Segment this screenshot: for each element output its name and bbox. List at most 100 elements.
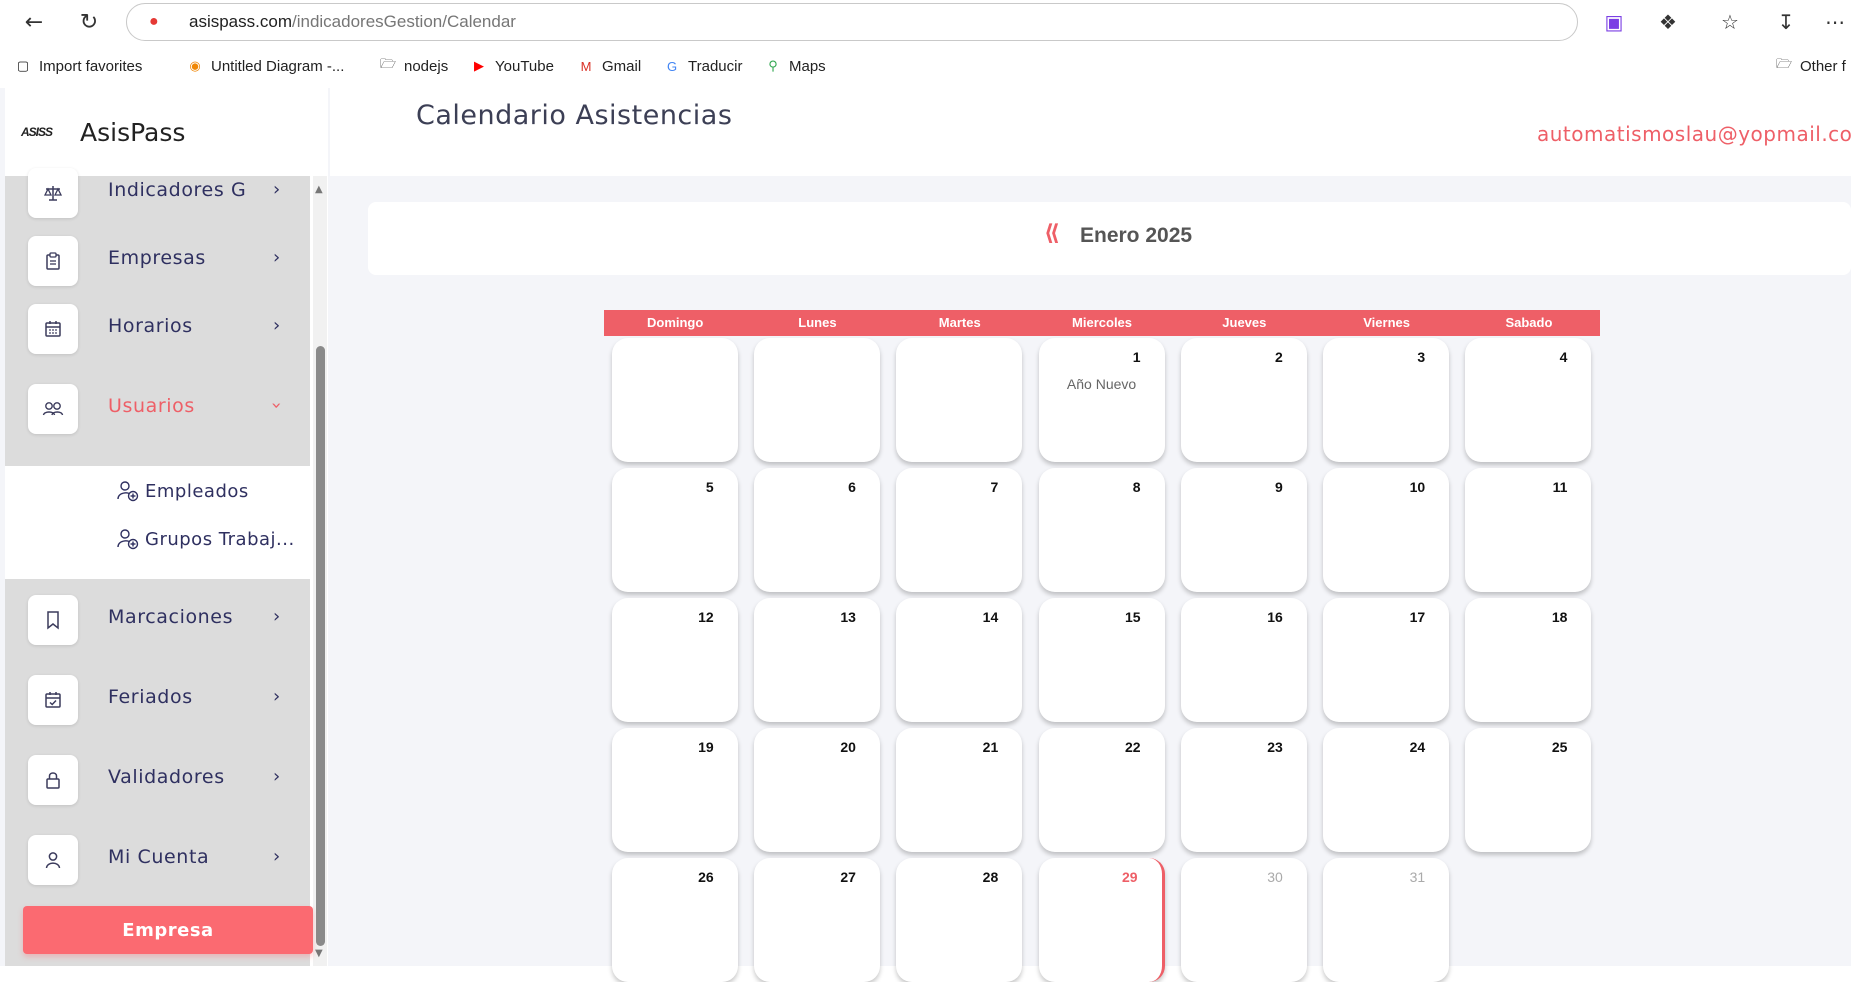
bookmark-nodejs[interactable]: 🗁 nodejs [379, 56, 449, 75]
calendar-day-cell[interactable]: 7 [896, 468, 1023, 592]
extensions-icon[interactable]: ❖ [1655, 9, 1681, 35]
youtube-icon: ▶ [474, 58, 484, 73]
calendar-day-cell[interactable]: 1 Año Nuevo [1038, 338, 1165, 462]
calendar-day-cell[interactable]: 14 [896, 598, 1023, 722]
calendar-day-cell[interactable] [753, 338, 880, 462]
calendar-day-number: 28 [982, 869, 999, 885]
downloads-icon[interactable]: ↧ [1773, 9, 1799, 35]
clipboard-icon [28, 236, 78, 286]
calendar-day-cell[interactable]: 27 [753, 858, 880, 982]
chevron-right-icon: › [273, 686, 281, 707]
sidebar-scroll-thumb[interactable] [316, 346, 325, 946]
calendar-day-cell[interactable]: 4 [1465, 338, 1592, 462]
calendar-day-cell[interactable]: 24 [1323, 728, 1450, 852]
sidebar-item-mi-cuenta[interactable]: Mi Cuenta › [5, 820, 310, 900]
calendar-day-cell[interactable]: 10 [1323, 468, 1450, 592]
sidebar-item-feriados[interactable]: Feriados › [5, 660, 310, 740]
more-options-icon[interactable]: ⋯ [1822, 9, 1848, 35]
maps-icon: ⚲ [768, 58, 778, 73]
calendar-day-number: 15 [1124, 609, 1141, 625]
submenu-item-empleados[interactable]: Empleados [117, 480, 249, 502]
calendar-day-cell[interactable]: 28 [896, 858, 1023, 982]
bookmark-import-favorites[interactable]: ▢ Import favorites [14, 57, 143, 75]
calendar-day-number: 1 [1132, 349, 1141, 365]
bookmark-maps[interactable]: ⚲ Maps [764, 57, 825, 75]
url-path: /indicadoresGestion/Calendar [291, 12, 516, 31]
scroll-down-arrow-icon[interactable]: ▼ [315, 948, 323, 959]
calendar-check-icon [28, 675, 78, 725]
gmail-icon: M [580, 58, 592, 74]
calendar-day-number: 31 [1409, 869, 1426, 885]
sidebar-item-validadores[interactable]: Validadores › [5, 740, 310, 820]
calendar-day-number: 11 [1552, 479, 1568, 495]
lock-icon [28, 755, 78, 805]
sidebar-item-marcaciones[interactable]: Marcaciones › [5, 580, 310, 660]
calendar-day-cell[interactable]: 12 [611, 598, 738, 722]
bookmark-youtube[interactable]: ▶ YouTube [470, 57, 554, 75]
calendar-day-cell[interactable]: 5 [611, 468, 738, 592]
chevron-right-icon: › [273, 247, 281, 268]
calendar-day-cell[interactable]: 17 [1323, 598, 1450, 722]
calendar-day-cell[interactable]: 11 [1465, 468, 1592, 592]
scroll-up-arrow-icon[interactable]: ▲ [315, 184, 323, 195]
calendar-day-number: 21 [982, 739, 999, 755]
empresa-button[interactable]: Empresa [23, 906, 313, 954]
weekday-label: Jueves [1222, 315, 1267, 330]
calendar-day-cell[interactable] [896, 338, 1023, 462]
calendar-day-cell[interactable]: 13 [753, 598, 880, 722]
calendar-day-cell[interactable]: 30 [1180, 858, 1307, 982]
calendar-day-number: 25 [1551, 739, 1568, 755]
calendar-day-cell[interactable]: 9 [1180, 468, 1307, 592]
sidebar-item-usuarios[interactable]: Usuarios › [5, 369, 310, 449]
chevron-right-icon: › [273, 179, 281, 200]
translate-icon: G [666, 58, 678, 74]
chevron-right-icon: › [273, 766, 281, 787]
address-bar[interactable]: ● asispass.com/indicadoresGestion/Calend… [126, 3, 1578, 41]
calendar-day-number: 14 [982, 609, 999, 625]
calendar-day-number: 12 [698, 609, 714, 625]
copilot-icon[interactable]: ▣ [1601, 9, 1627, 35]
brand-logo: ASISS [21, 125, 53, 139]
back-arrow-icon[interactable]: ← [18, 6, 50, 38]
user-add-icon [117, 529, 139, 550]
calendar-day-number: 20 [840, 739, 856, 755]
chevron-double-left-icon[interactable]: ⟪ [1044, 221, 1060, 246]
submenu-item-label: Empleados [145, 480, 249, 502]
calendar-day-cell[interactable]: 8 [1038, 468, 1165, 592]
calendar-day-cell[interactable]: 22 [1038, 728, 1165, 852]
calendar-day-cell[interactable]: 2 [1180, 338, 1307, 462]
chevron-right-icon: › [273, 315, 281, 336]
bookmarks-bar: ▢ Import favorites ◉ Untitled Diagram -...… [0, 48, 1851, 86]
calendar-day-cell[interactable]: 15 [1038, 598, 1165, 722]
calendar-day-cell[interactable]: 20 [753, 728, 880, 852]
bookmark-other-favorites[interactable]: 🗁 Other f [1775, 56, 1846, 75]
calendar-weekday-header: Domingo Lunes Martes Miercoles Jueves Vi… [604, 310, 1600, 336]
calendar-day-cell[interactable]: 21 [896, 728, 1023, 852]
chevron-down-icon: › [266, 401, 288, 410]
calendar-day-number: 18 [1551, 609, 1568, 625]
favorites-star-icon[interactable]: ☆ [1717, 9, 1743, 35]
bookmark-label: nodejs [404, 57, 449, 75]
calendar-day-cell[interactable]: 16 [1180, 598, 1307, 722]
calendar-day-cell[interactable]: 18 [1465, 598, 1592, 722]
calendar-day-cell[interactable]: 29 [1038, 858, 1165, 982]
calendar-day-cell[interactable]: 3 [1323, 338, 1450, 462]
bookmark-traducir[interactable]: G Traducir [663, 57, 743, 75]
calendar-day-number: 13 [840, 609, 856, 625]
submenu-item-grupos-trabajo[interactable]: Grupos Trabaj... [117, 528, 295, 550]
calendar-day-cell[interactable]: 23 [1180, 728, 1307, 852]
refresh-icon[interactable]: ↻ [73, 6, 105, 38]
calendar-day-cell[interactable]: 6 [753, 468, 880, 592]
sidebar-item-horarios[interactable]: Horarios › [5, 289, 310, 369]
user-email[interactable]: automatismoslau@yopmail.com [1537, 122, 1851, 146]
weekday-label: Domingo [646, 315, 704, 330]
calendar-day-cell[interactable]: 19 [611, 728, 738, 852]
calendar-day-cell[interactable] [611, 338, 738, 462]
bookmark-gmail[interactable]: M Gmail [577, 57, 642, 75]
calendar-day-cell[interactable]: 25 [1465, 728, 1592, 852]
sidebar-item-label: Indicadores G [108, 179, 247, 201]
bookmark-untitled-diagram[interactable]: ◉ Untitled Diagram -... [186, 57, 344, 75]
calendar-day-cell[interactable]: 31 [1323, 858, 1450, 982]
calendar-day-cell[interactable]: 26 [611, 858, 738, 982]
calendar-day-number: 22 [1124, 739, 1141, 755]
